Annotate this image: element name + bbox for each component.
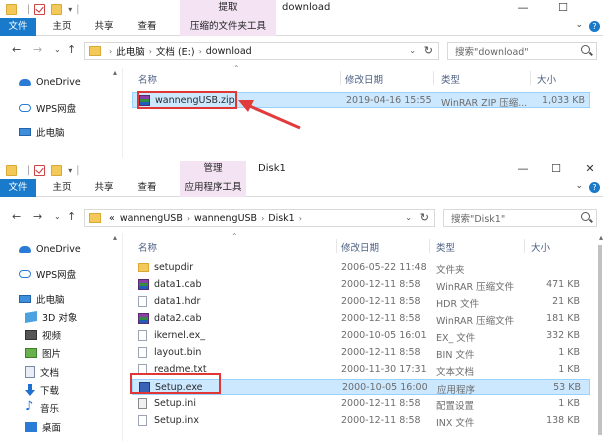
address-dropdown-icon[interactable]: ⌄: [405, 213, 412, 222]
download-icon: [25, 384, 35, 396]
scrollbar-thumb[interactable]: [598, 245, 602, 435]
title-bar: | ▾ | 管理 Disk1 — ☐ ✕: [0, 161, 603, 179]
sort-ascending-icon: ⌃: [231, 232, 238, 241]
folder-icon: [6, 164, 17, 176]
breadcrumb-item[interactable]: wannengUSB: [194, 213, 257, 224]
annotation-arrow: [238, 100, 301, 130]
refresh-icon[interactable]: ↻: [420, 211, 429, 224]
desktop-icon: [25, 422, 37, 432]
computer-icon: [19, 295, 31, 303]
back-arrow-icon[interactable]: ←: [12, 210, 21, 223]
context-tab-manage[interactable]: 管理: [180, 161, 246, 179]
nav-item-3d-objects[interactable]: 3D 对象: [25, 309, 77, 325]
recent-dropdown-icon[interactable]: ⌄: [54, 212, 61, 221]
nav-item-this-pc[interactable]: 此电脑: [19, 291, 65, 307]
breadcrumb-item[interactable]: wannengUSB: [120, 213, 183, 224]
nav-item-pictures[interactable]: 图片: [25, 345, 61, 361]
nav-item-onedrive[interactable]: OneDrive: [19, 241, 81, 257]
tab-share[interactable]: 共享: [90, 179, 118, 197]
navigation-pane: ▴ OneDrive WPS网盘 此电脑 3D 对象 视频 图片 文档 下载 ♪…: [0, 233, 120, 441]
wps-cloud-icon: [19, 270, 31, 278]
file-row[interactable]: Setup.ini 2000-12-11 8:58 配置设置 1 KB: [132, 396, 590, 412]
explorer-window-download: | ▾ | 提取 download — ☐ 文件 主页 共享 查看 压缩的文件夹…: [0, 0, 603, 160]
column-header-name[interactable]: 名称: [138, 240, 157, 254]
maximize-button[interactable]: ☐: [541, 161, 571, 179]
new-folder-icon[interactable]: [51, 164, 63, 176]
file-row[interactable]: data1.hdr 2000-12-11 8:58 HDR 文件 21 KB: [132, 294, 590, 310]
cloud-icon: [19, 245, 31, 253]
help-icon[interactable]: ?: [589, 182, 600, 193]
rar-icon: [138, 279, 149, 290]
3d-objects-icon: [25, 310, 37, 324]
address-bar[interactable]: « wannengUSB › wannengUSB › Disk1 › ⌄ ↻: [84, 209, 435, 227]
file-icon: [138, 415, 147, 426]
close-button[interactable]: ✕: [575, 161, 603, 179]
rar-icon: [138, 313, 149, 324]
ribbon-tabs: 文件 主页 共享 查看 应用程序工具 ⌄ ?: [0, 179, 603, 197]
breadcrumb-overflow[interactable]: «: [109, 213, 115, 224]
column-header-size[interactable]: 大小: [531, 240, 550, 254]
picture-icon: [25, 348, 37, 358]
forward-arrow-icon[interactable]: →: [33, 210, 42, 223]
nav-item-desktop[interactable]: 桌面: [25, 419, 61, 435]
file-icon: [138, 347, 147, 358]
file-row[interactable]: data1.cab 2000-12-11 8:58 WinRAR 压缩文件 47…: [132, 277, 590, 293]
file-icon: [138, 296, 147, 307]
search-icon: [581, 212, 590, 221]
tab-home[interactable]: 主页: [48, 179, 76, 197]
search-input[interactable]: 搜索"Disk1": [443, 209, 597, 227]
properties-icon[interactable]: [34, 164, 46, 176]
highlight-box: [130, 373, 221, 394]
tab-view[interactable]: 查看: [133, 179, 161, 197]
tab-application-tools[interactable]: 应用程序工具: [180, 179, 246, 197]
nav-item-downloads[interactable]: 下载: [25, 382, 59, 398]
breadcrumb-item[interactable]: Disk1: [268, 213, 294, 224]
breadcrumb-separator-icon: ›: [186, 213, 191, 223]
file-icon: [138, 330, 147, 341]
nav-item-music[interactable]: 音乐: [25, 399, 59, 416]
minimize-button[interactable]: —: [508, 161, 538, 179]
nav-item-wps[interactable]: WPS网盘: [19, 266, 76, 282]
ini-icon: [138, 398, 147, 409]
nav-item-videos[interactable]: 视频: [25, 327, 61, 343]
file-row[interactable]: data2.cab 2000-12-11 8:58 WinRAR 压缩文件 18…: [132, 311, 590, 327]
scroll-up-icon[interactable]: ▴: [599, 233, 603, 242]
column-header-type[interactable]: 类型: [436, 240, 455, 254]
up-arrow-icon[interactable]: ↑: [67, 210, 76, 223]
nav-item-documents[interactable]: 文档: [25, 364, 59, 380]
ribbon-expand-icon[interactable]: ⌄: [575, 181, 583, 191]
folder-icon: [138, 263, 149, 272]
music-icon: [25, 399, 35, 414]
document-icon: [25, 366, 35, 378]
column-header-date[interactable]: 修改日期: [341, 240, 379, 254]
tab-file[interactable]: 文件: [0, 179, 36, 197]
window-title: Disk1: [258, 163, 286, 174]
file-row[interactable]: setupdir 2006-05-22 11:48 文件夹: [132, 260, 590, 276]
customize-dropdown-icon[interactable]: ▾: [68, 166, 72, 175]
search-placeholder: 搜索"Disk1": [451, 214, 506, 225]
video-icon: [25, 330, 37, 340]
folder-icon: [89, 213, 101, 223]
file-row[interactable]: Setup.inx 2000-12-11 8:58 INX 文件 138 KB: [132, 413, 590, 429]
file-row[interactable]: layout.bin 2000-12-11 8:58 BIN 文件 1 KB: [132, 345, 590, 361]
file-row[interactable]: ikernel.ex_ 2000-10-05 16:01 EX_ 文件 332 …: [132, 328, 590, 344]
scroll-up-icon[interactable]: ▴: [113, 233, 117, 242]
vertical-scrollbar[interactable]: ▴: [595, 233, 603, 441]
quick-access-toolbar: | ▾ |: [6, 163, 83, 177]
address-row: ← → ⌄ ↑ « wannengUSB › wannengUSB › Disk…: [0, 205, 603, 231]
arrow-shaft: [244, 102, 301, 130]
explorer-window-disk1: | ▾ | 管理 Disk1 — ☐ ✕ 文件 主页 共享 查看 应用程序工具 …: [0, 161, 603, 441]
